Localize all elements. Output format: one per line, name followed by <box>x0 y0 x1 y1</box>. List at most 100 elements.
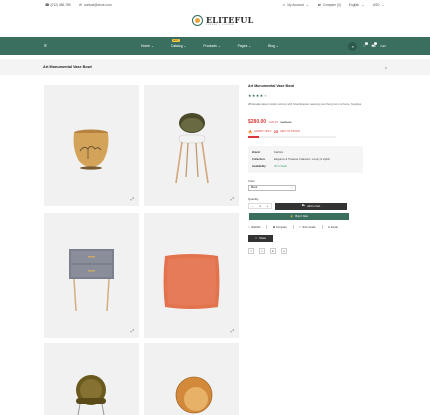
compare-link[interactable]: ⇄ Compare (0) <box>317 3 341 7</box>
nav-item-products[interactable]: Products ⌄ <box>203 44 220 48</box>
breadcrumb: Art Monumental Vase Bowl ⌂ <box>0 59 430 75</box>
color-value: Black <box>251 186 258 189</box>
star-empty-icon: ★ <box>263 93 268 98</box>
product-price: $280.00 <box>248 119 267 125</box>
product-image-vase[interactable]: ⤢ <box>44 85 139 206</box>
quantity-value[interactable]: 1 <box>259 204 261 208</box>
meta-value[interactable]: Fashion <box>274 149 283 156</box>
email-action[interactable]: ✉ Email <box>328 225 338 229</box>
product-title: Art Monumental Vase Bowl <box>248 84 295 88</box>
cart-button[interactable]: ⛟ 0 <box>371 42 378 48</box>
share-icon: ⇪ <box>254 236 258 240</box>
product-image-lounge-chair[interactable] <box>44 343 139 415</box>
add-to-cart-button[interactable]: ⛟ Add to Cart <box>275 202 347 210</box>
linkedin-icon[interactable]: in <box>270 247 276 254</box>
wishlist-button[interactable]: ♡ 0 <box>362 42 369 48</box>
product-image-chair[interactable]: ⤢ <box>144 85 239 206</box>
language-select[interactable]: English ⌄ <box>349 3 365 7</box>
quantity-stepper[interactable]: − 1 + <box>248 203 272 209</box>
compare-action[interactable]: ⇄ Compare <box>273 225 287 229</box>
chevron-down-icon: ⌄ <box>275 44 279 48</box>
wishlist-action[interactable]: ♡ Wishlist <box>248 225 260 229</box>
meta-key: Availability: <box>252 164 267 168</box>
site-logo[interactable]: ELITEFUL LUXURY + LOUNGE <box>192 15 253 26</box>
product-image-pillow[interactable]: ⤢ <box>144 213 239 338</box>
meta-value: 35 In Stock <box>274 164 287 168</box>
lounge-chair-image <box>76 375 106 415</box>
nav-item-label: Blog <box>268 44 275 48</box>
meta-value[interactable]: Elegance & Timeless Collection, Luxury &… <box>274 156 330 163</box>
home-icon[interactable]: ⌂ <box>385 65 387 70</box>
zoom-icon[interactable]: ⤢ <box>131 328 134 333</box>
cart-label[interactable]: Cart <box>380 44 386 48</box>
phone-info: ☎ (012) 456-789 <box>45 3 71 7</box>
share-label: Share <box>259 236 267 240</box>
product-meta: Brand: Fashion Collection: Elegance & Ti… <box>248 145 363 173</box>
chevron-down-icon: ⌄ <box>305 3 309 7</box>
language-label: English <box>348 3 360 7</box>
chevron-down-icon: ⌄ <box>248 44 252 48</box>
pillow-image <box>163 254 220 309</box>
meta-key: Brand: <box>252 150 261 154</box>
hamburger-menu-icon[interactable]: ≡ <box>44 43 50 49</box>
share-button[interactable]: ⇪ Share <box>248 234 273 242</box>
email-info[interactable]: ✉ contact@store.com <box>79 3 112 7</box>
mail-icon: ✉ <box>79 3 83 7</box>
stock-progress-fill <box>248 136 259 138</box>
pinterest-icon[interactable]: p <box>281 247 287 254</box>
cart-count: 0 <box>374 42 378 45</box>
discount-label: 12% off <box>269 121 278 124</box>
email-text: contact@store.com <box>84 3 112 7</box>
lightning-icon: ⚡ <box>290 214 294 218</box>
hot-badge: HOT <box>171 39 180 42</box>
search-button[interactable]: ⌕ <box>348 41 358 51</box>
zoom-icon[interactable]: ⤢ <box>131 196 134 201</box>
meta-row-brand: Brand: Fashion <box>252 149 359 156</box>
meta-row-availability: Availability: 35 In Stock <box>252 163 359 170</box>
product-actions: ♡ Wishlist ⇄ Compare ⚐ Size Guide ✉ Emai… <box>248 224 388 229</box>
user-icon: ☺ <box>282 3 286 7</box>
size-guide-action[interactable]: ⚐ Size Guide <box>299 225 315 229</box>
nav-item-home[interactable]: Home ⌄ <box>141 44 154 48</box>
cart-icon: ⛟ <box>301 204 306 207</box>
twitter-icon[interactable]: t <box>259 247 265 254</box>
stock-prefix: HURRY ONLY <box>254 130 272 133</box>
size-guide-label: Size Guide <box>302 225 316 229</box>
page-title: Art Monumental Vase Bowl <box>43 65 92 69</box>
facebook-icon[interactable]: f <box>248 247 254 254</box>
currency-select[interactable]: USD ⌄ <box>373 3 385 7</box>
product-image-lamp[interactable] <box>144 343 239 415</box>
product-image-nightstand[interactable]: ⤢ <box>44 213 139 338</box>
lamp-image <box>175 376 213 414</box>
phone-icon: ☎ <box>45 3 50 7</box>
fire-icon: 🔥 <box>248 129 253 134</box>
main-nav: ≡ Home ⌄ HOT Catalog ⌄ Products ⌄ Pages ⌄ Blo… <box>0 37 430 55</box>
plus-icon[interactable]: + <box>267 204 269 208</box>
logo-name: ELITEFUL <box>206 14 254 25</box>
zoom-icon[interactable]: ⤢ <box>231 328 234 333</box>
compare-icon: ⇄ <box>317 3 321 7</box>
compare-label: Compare (0) <box>322 3 341 7</box>
color-label: Color <box>248 178 255 183</box>
top-bar: ☎ (012) 456-789 ✉ contact@store.com ☺ My Ac… <box>0 0 430 10</box>
nav-item-blog[interactable]: Blog ⌄ <box>268 44 279 48</box>
zoom-icon[interactable]: ⤢ <box>231 196 234 201</box>
chevron-down-icon: ⌄ <box>217 44 221 48</box>
nav-item-label: Catalog <box>170 44 183 48</box>
minus-icon[interactable]: − <box>252 204 254 208</box>
add-to-cart-label: Add to Cart <box>307 204 321 208</box>
email-label: Email <box>330 225 338 229</box>
vase-image <box>73 129 109 170</box>
phone-text: (012) 456-789 <box>50 3 71 7</box>
logo-icon <box>192 15 203 26</box>
my-account-link[interactable]: ☺ My Account ⌄ <box>282 3 309 7</box>
nav-item-pages[interactable]: Pages ⌄ <box>238 44 251 48</box>
chevron-down-icon: ⌄ <box>290 186 293 189</box>
meta-key: Collection: <box>252 157 266 161</box>
buy-now-button[interactable]: ⚡ Buy It Now <box>249 212 349 220</box>
color-select[interactable]: Black ⌄ <box>248 184 296 191</box>
nav-item-catalog[interactable]: HOT Catalog ⌄ <box>170 39 186 48</box>
stock-progress-bar <box>248 136 336 138</box>
wishlist-count: 0 <box>365 42 369 45</box>
wishlist-label: Wishlist <box>251 225 261 229</box>
